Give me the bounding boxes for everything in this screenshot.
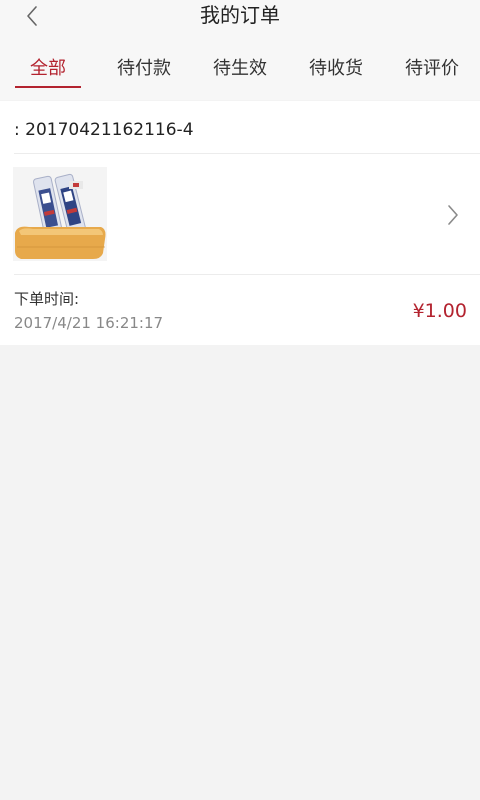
tab-all[interactable]: 全部 <box>8 54 88 90</box>
active-tab-indicator <box>15 86 81 88</box>
order-detail-button[interactable] <box>444 203 462 227</box>
order-price: ¥1.00 <box>412 300 467 322</box>
tab-pending-review[interactable]: 待评价 <box>392 54 472 90</box>
tab-pending-payment[interactable]: 待付款 <box>104 54 184 90</box>
divider <box>14 153 480 154</box>
page-title: 我的订单 <box>200 3 280 27</box>
bread-product-image <box>13 167 107 261</box>
order-card[interactable]: : 20170421162116-4 下单时间: 2017/4/21 16:21… <box>0 101 480 345</box>
order-time-value: 2017/4/21 16:21:17 <box>14 314 164 332</box>
product-image[interactable] <box>13 167 107 261</box>
chevron-right-icon <box>448 205 458 225</box>
tab-pending-receipt[interactable]: 待收货 <box>296 54 376 90</box>
order-time-label: 下单时间: <box>14 290 80 308</box>
divider <box>14 274 480 275</box>
tab-pending-effective[interactable]: 待生效 <box>200 54 280 90</box>
order-status-tabs: 全部 待付款 待生效 待收货 待评价 <box>0 54 480 90</box>
order-number: : 20170421162116-4 <box>14 120 194 140</box>
top-bar: 我的订单 全部 待付款 待生效 待收货 待评价 <box>0 0 480 100</box>
